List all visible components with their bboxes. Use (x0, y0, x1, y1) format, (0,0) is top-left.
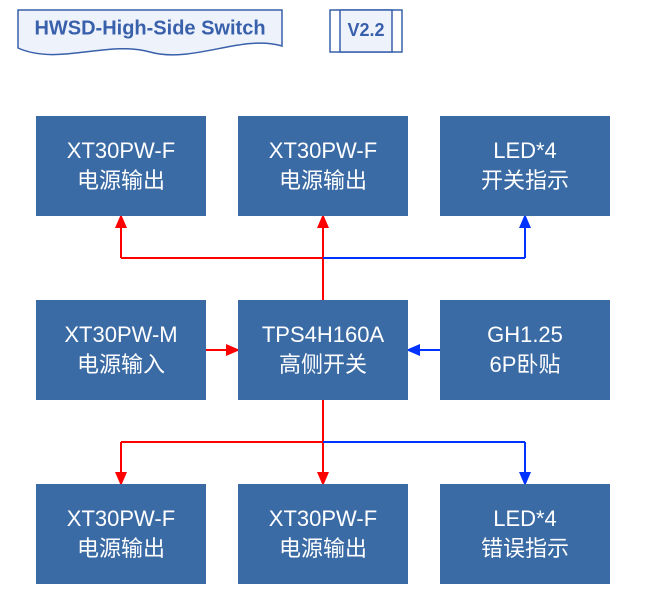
box-xt30pw-f-out-bc: XT30PW-F 电源输出 (238, 484, 408, 584)
box-led4-switch-ind: LED*4 开关指示 (440, 116, 610, 216)
box-line1: XT30PW-F (67, 506, 175, 531)
box-line1: XT30PW-M (64, 322, 177, 347)
box-line1: GH1.25 (487, 322, 563, 347)
box-line2: 电源输出 (279, 536, 367, 561)
box-line2: 电源输出 (77, 168, 165, 193)
box-xt30pw-f-out-bl: XT30PW-F 电源输出 (36, 484, 206, 584)
box-line1: XT30PW-F (269, 506, 377, 531)
version-label: V2.2 (347, 20, 384, 40)
box-xt30pw-m-in: XT30PW-M 电源输入 (36, 300, 206, 400)
title-banner: HWSD-High-Side Switch (18, 10, 282, 55)
box-line1: XT30PW-F (67, 138, 175, 163)
box-line1: TPS4H160A (262, 322, 385, 347)
box-line1: LED*4 (493, 506, 557, 531)
box-line2: 开关指示 (481, 168, 569, 193)
red-bus-bottom-icon (121, 400, 525, 484)
box-line2: 错误指示 (481, 536, 569, 561)
box-line2: 电源输出 (77, 536, 165, 561)
box-xt30pw-f-out-tl: XT30PW-F 电源输出 (36, 116, 206, 216)
box-led4-error-ind: LED*4 错误指示 (440, 484, 610, 584)
box-xt30pw-f-out-tc: XT30PW-F 电源输出 (238, 116, 408, 216)
box-tps4h160a: TPS4H160A 高侧开关 (238, 300, 408, 400)
red-bus-icon (121, 216, 525, 300)
box-line2: 电源输入 (77, 352, 165, 377)
box-line1: XT30PW-F (269, 138, 377, 163)
version-badge: V2.2 (330, 10, 402, 52)
box-line2: 高侧开关 (279, 352, 367, 377)
box-line1: LED*4 (493, 138, 557, 163)
page-title: HWSD-High-Side Switch (34, 17, 265, 39)
box-line2: 电源输出 (279, 168, 367, 193)
box-gh125-6p: GH1.25 6P卧贴 (440, 300, 610, 400)
box-line2: 6P卧贴 (490, 352, 561, 377)
